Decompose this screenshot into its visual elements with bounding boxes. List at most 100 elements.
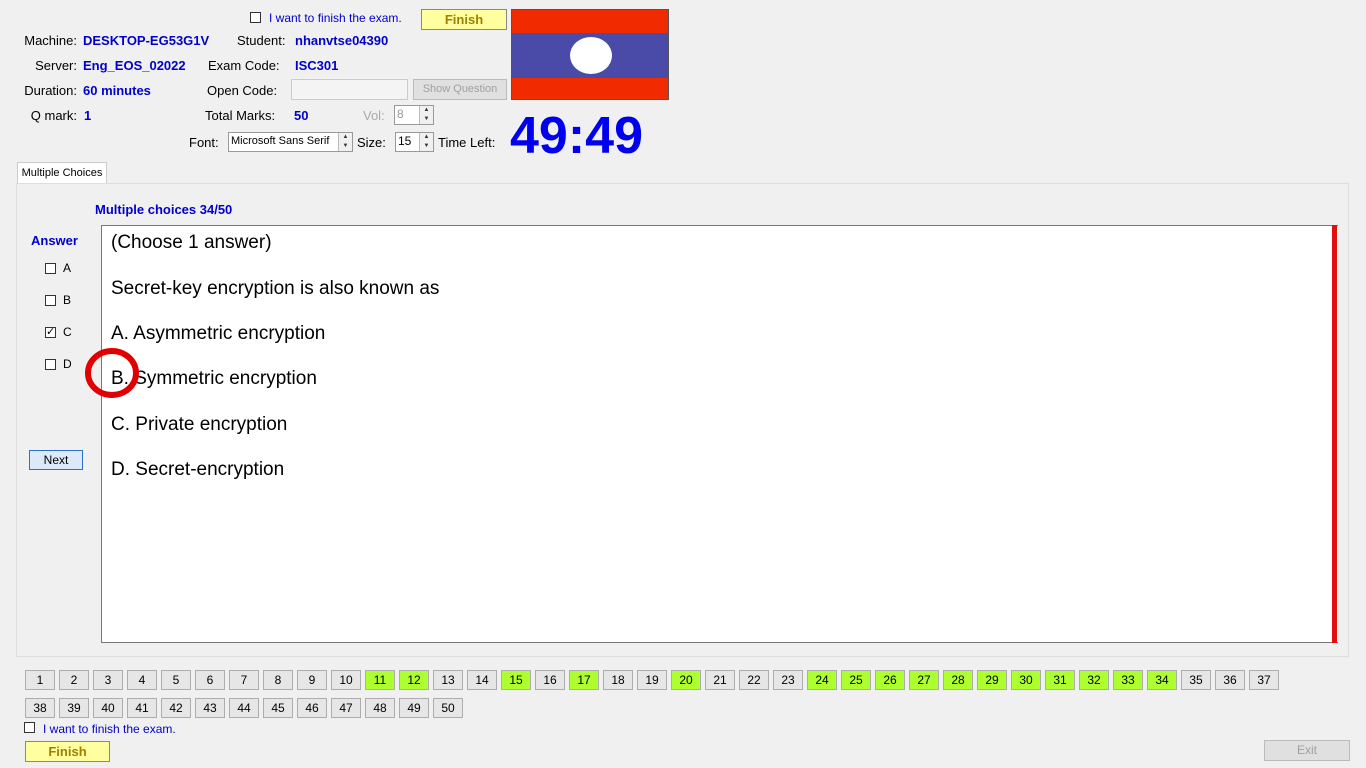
question-nav-button-32[interactable]: 32 [1079,670,1109,690]
finish-exam-checkbox-bottom[interactable] [24,722,35,733]
question-nav-button-16[interactable]: 16 [535,670,565,690]
question-nav-button-19[interactable]: 19 [637,670,667,690]
flag-image [511,9,669,100]
question-nav-button-14[interactable]: 14 [467,670,497,690]
vol-label: Vol: [363,108,385,123]
font-selector-arrows[interactable]: ▲ ▼ [338,133,352,151]
answer-title: Answer [31,233,78,248]
question-nav-button-3[interactable]: 3 [93,670,123,690]
question-nav-button-35[interactable]: 35 [1181,670,1211,690]
q-mark-value: 1 [84,108,92,123]
question-nav-button-6[interactable]: 6 [195,670,225,690]
question-header: Multiple choices 34/50 [95,202,233,217]
answer-a-checkbox[interactable] [45,263,56,274]
question-nav-button-47[interactable]: 47 [331,698,361,718]
total-marks-label: Total Marks: [205,108,276,123]
question-nav-button-23[interactable]: 23 [773,670,803,690]
duration-label: Duration: [24,83,77,98]
tab-multiple-choices[interactable]: Multiple Choices [17,162,107,184]
font-value: Microsoft Sans Serif [231,135,330,147]
question-nav-button-26[interactable]: 26 [875,670,905,690]
question-nav-button-30[interactable]: 30 [1011,670,1041,690]
question-nav-button-43[interactable]: 43 [195,698,225,718]
vol-stepper-arrows[interactable]: ▲ ▼ [419,106,433,124]
answer-c-checkbox[interactable] [45,325,56,338]
exam-code-value: ISC301 [295,58,339,73]
question-nav-button-2[interactable]: 2 [59,670,89,690]
question-nav-button-8[interactable]: 8 [263,670,293,690]
finish-exam-label-bottom: I want to finish the exam. [43,722,176,736]
vol-stepper[interactable]: 8 ▲ ▼ [394,105,434,125]
flag-circle [570,37,612,74]
question-nav-button-12[interactable]: 12 [399,670,429,690]
question-nav-button-31[interactable]: 31 [1045,670,1075,690]
question-text: Secret-key encryption is also known as [111,278,440,299]
question-nav-button-46[interactable]: 46 [297,698,327,718]
question-nav-button-4[interactable]: 4 [127,670,157,690]
answer-b-label: B [63,293,72,307]
question-nav-button-7[interactable]: 7 [229,670,259,690]
answer-d-checkbox[interactable] [45,359,56,370]
question-nav-button-11[interactable]: 11 [365,670,395,690]
question-content-box: (Choose 1 answer) Secret-key encryption … [101,225,1338,643]
question-nav-button-33[interactable]: 33 [1113,670,1143,690]
font-label: Font: [189,135,219,150]
time-left-value: 49:49 [510,107,643,165]
question-nav-button-41[interactable]: 41 [127,698,157,718]
question-nav-button-34[interactable]: 34 [1147,670,1177,690]
font-selector[interactable]: Microsoft Sans Serif ▲ ▼ [228,132,353,152]
question-instruction: (Choose 1 answer) [111,232,272,253]
size-stepper-arrows[interactable]: ▲ ▼ [419,133,433,151]
next-button[interactable]: Next [29,450,83,470]
finish-exam-checkbox-top[interactable] [250,12,261,23]
flag-top-band [512,10,668,33]
finish-button-bottom[interactable]: Finish [25,741,110,762]
question-nav-button-24[interactable]: 24 [807,670,837,690]
question-nav-button-17[interactable]: 17 [569,670,599,690]
question-nav-button-44[interactable]: 44 [229,698,259,718]
question-nav-button-22[interactable]: 22 [739,670,769,690]
question-nav-button-39[interactable]: 39 [59,698,89,718]
question-nav-button-15[interactable]: 15 [501,670,531,690]
duration-value: 60 minutes [83,83,151,98]
question-nav-button-48[interactable]: 48 [365,698,395,718]
question-nav-button-42[interactable]: 42 [161,698,191,718]
question-nav-button-27[interactable]: 27 [909,670,939,690]
open-code-input[interactable] [291,79,408,100]
arrow-down-icon[interactable]: ▼ [339,142,352,151]
question-nav-button-21[interactable]: 21 [705,670,735,690]
question-nav-button-36[interactable]: 36 [1215,670,1245,690]
arrow-down-icon[interactable]: ▼ [420,115,433,124]
exit-button[interactable]: Exit [1264,740,1350,761]
question-nav-button-45[interactable]: 45 [263,698,293,718]
question-nav-button-1[interactable]: 1 [25,670,55,690]
question-nav-button-5[interactable]: 5 [161,670,191,690]
question-nav-button-25[interactable]: 25 [841,670,871,690]
question-nav-button-40[interactable]: 40 [93,698,123,718]
arrow-up-icon[interactable]: ▲ [339,133,352,142]
server-label: Server: [35,58,77,73]
question-nav-button-20[interactable]: 20 [671,670,701,690]
question-nav-button-29[interactable]: 29 [977,670,1007,690]
student-value: nhanvtse04390 [295,33,389,48]
question-nav-button-9[interactable]: 9 [297,670,327,690]
question-nav-button-38[interactable]: 38 [25,698,55,718]
vol-value: 8 [397,107,404,121]
content-scrollbar[interactable] [1332,225,1337,643]
arrow-up-icon[interactable]: ▲ [420,106,433,115]
question-nav-button-28[interactable]: 28 [943,670,973,690]
arrow-up-icon[interactable]: ▲ [420,133,433,142]
total-marks-value: 50 [294,108,309,123]
question-nav-button-10[interactable]: 10 [331,670,361,690]
option-a-text: A. Asymmetric encryption [111,323,326,344]
show-question-button[interactable]: Show Question [413,79,507,100]
arrow-down-icon[interactable]: ▼ [420,142,433,151]
finish-button-top[interactable]: Finish [421,9,507,30]
size-stepper[interactable]: 15 ▲ ▼ [395,132,434,152]
question-nav-button-18[interactable]: 18 [603,670,633,690]
question-nav-button-13[interactable]: 13 [433,670,463,690]
answer-b-checkbox[interactable] [45,295,56,306]
question-nav-button-37[interactable]: 37 [1249,670,1279,690]
question-nav-button-49[interactable]: 49 [399,698,429,718]
question-nav-button-50[interactable]: 50 [433,698,463,718]
